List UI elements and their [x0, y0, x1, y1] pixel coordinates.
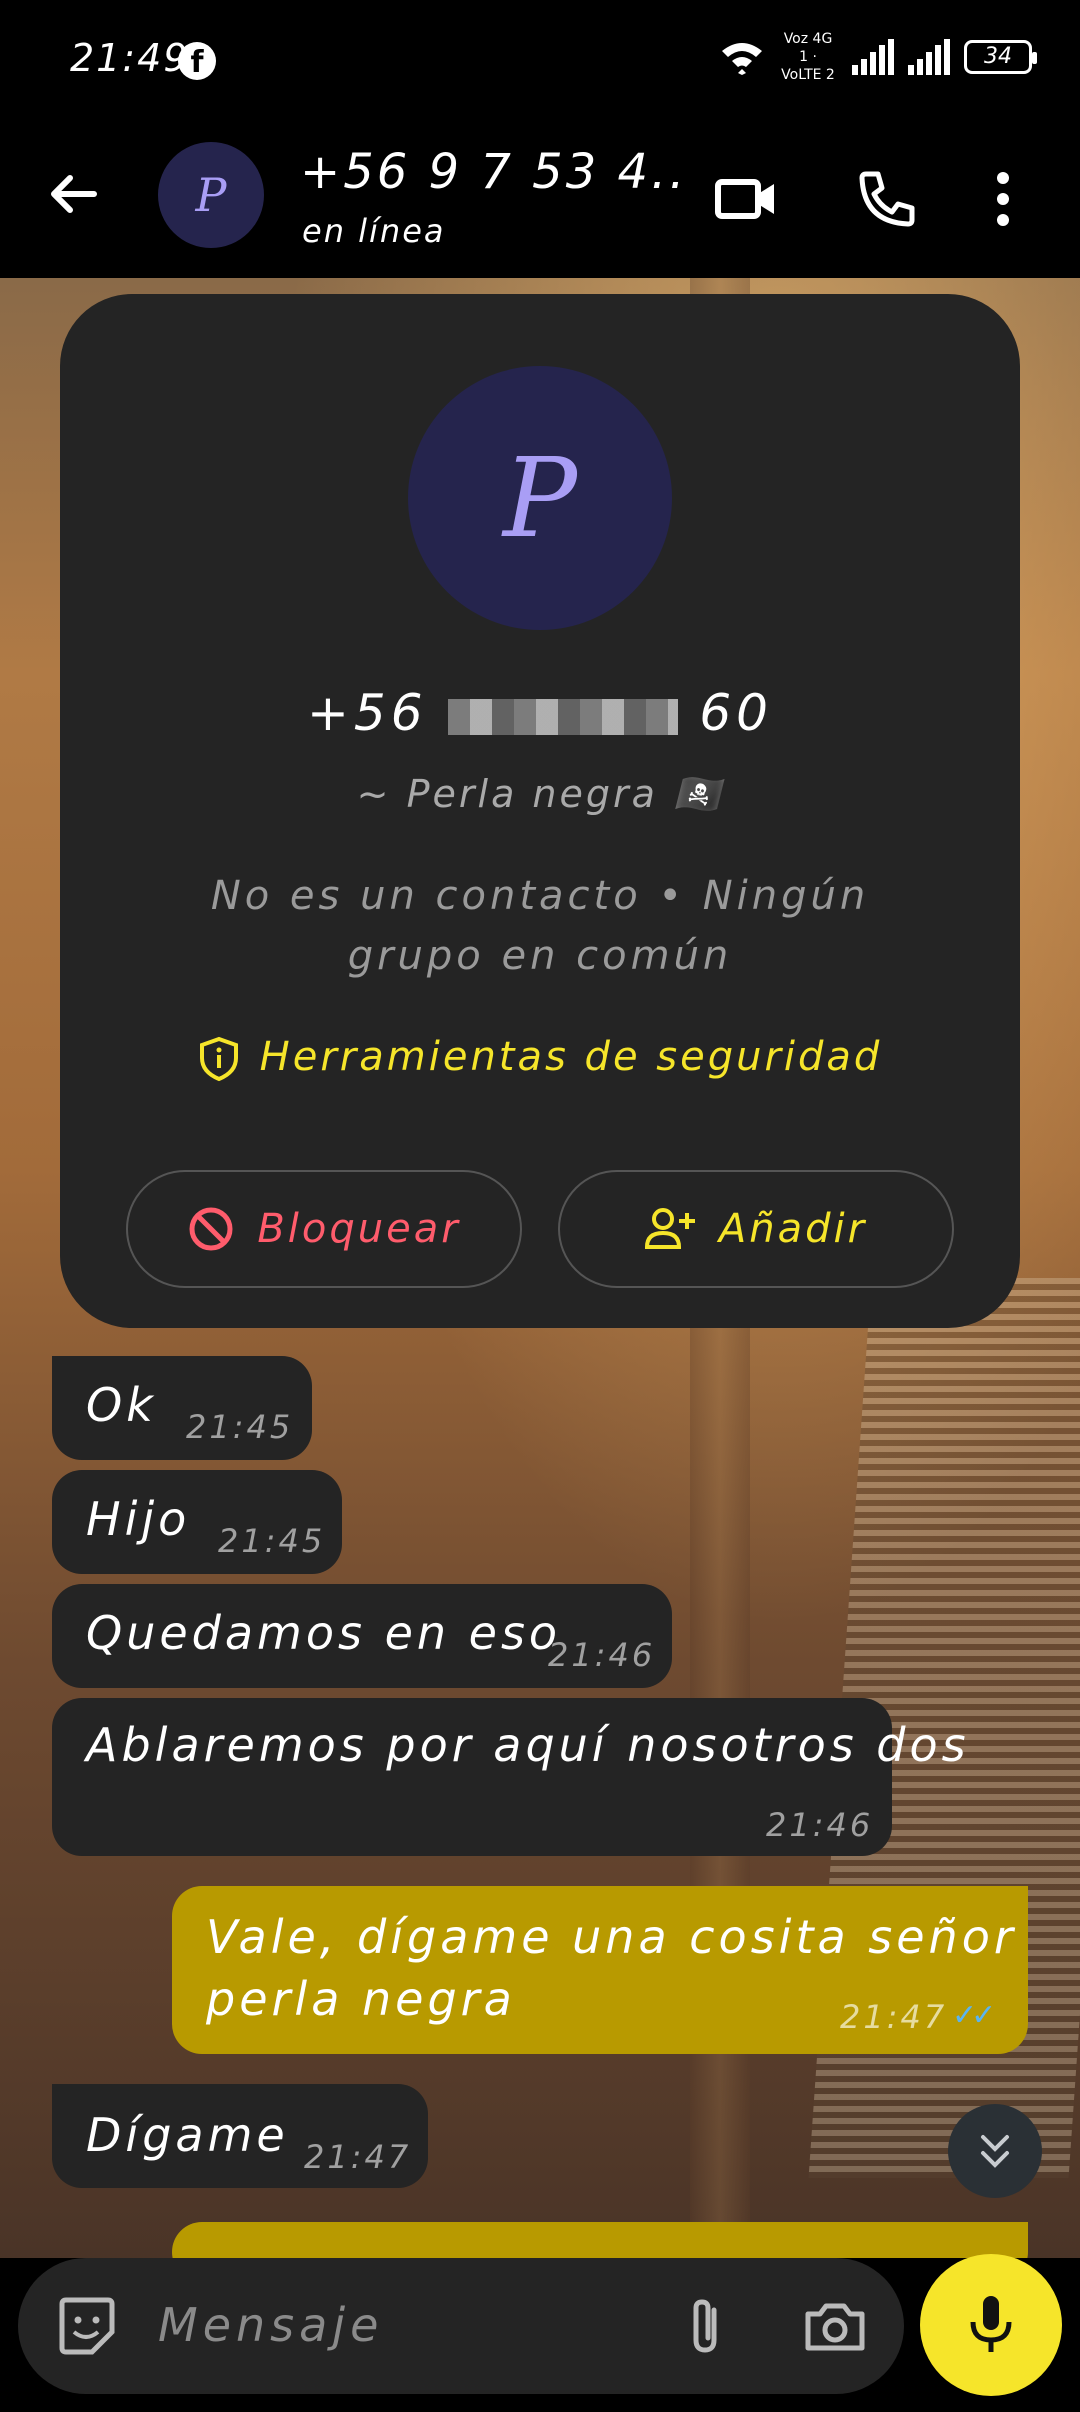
message-text-line1: Vale, dígame una cosita señor: [206, 1910, 1017, 1964]
message-composer: Mensaje: [0, 2254, 1080, 2412]
message-time: 21:47: [304, 2138, 412, 2176]
message-input[interactable]: Mensaje: [158, 2298, 383, 2352]
back-arrow-icon[interactable]: [40, 164, 104, 228]
battery-icon: 34: [964, 40, 1037, 74]
signal-2-icon: [908, 39, 950, 75]
contact-title[interactable]: +56 9 7 53 4...: [300, 144, 680, 200]
message-time: 21:45: [186, 1408, 294, 1446]
status-time: 21:49: [70, 36, 190, 80]
network-type-label: Voz 4G 1 · VoLTE 2: [781, 31, 835, 83]
read-ticks-icon: ✓✓: [952, 1998, 996, 2033]
message-incoming[interactable]: Ablaremos por aquí nosotros dos 21:46: [52, 1698, 966, 1856]
add-contact-button[interactable]: Añadir: [558, 1170, 954, 1288]
message-text: Ablaremos por aquí nosotros dos: [86, 1718, 970, 1772]
facebook-notification-icon: f: [178, 42, 216, 80]
more-vert-icon[interactable]: [978, 164, 1028, 234]
phone-suffix: 60: [699, 684, 773, 742]
profile-avatar: P: [408, 366, 672, 630]
message-time: 21:47: [840, 1998, 948, 2036]
message-text: Quedamos en eso: [86, 1606, 562, 1660]
message-text: Ok: [86, 1378, 157, 1432]
message-outgoing-partial[interactable]: [172, 2222, 1028, 2258]
chat-area[interactable]: P +56 60 ~ Perla negra 🏴‍☠️ No es un con…: [0, 278, 1080, 2258]
phone-icon[interactable]: [852, 164, 922, 234]
message-input-container[interactable]: Mensaje: [18, 2258, 904, 2394]
scroll-to-bottom-button[interactable]: [948, 2104, 1042, 2198]
video-call-icon[interactable]: [712, 164, 782, 234]
wifi-icon: [722, 43, 762, 75]
sticker-icon[interactable]: [52, 2292, 122, 2362]
message-incoming[interactable]: Quedamos en eso 21:46: [52, 1584, 672, 1688]
attach-icon[interactable]: [670, 2292, 740, 2362]
message-incoming[interactable]: Ok 21:45: [52, 1356, 312, 1460]
profile-name: ~ Perla negra 🏴‍☠️: [356, 772, 724, 816]
camera-icon[interactable]: [800, 2292, 870, 2362]
message-text: Hijo: [86, 1492, 191, 1546]
signal-1-icon: [852, 39, 894, 75]
online-status: en línea: [302, 212, 446, 250]
block-icon: [189, 1207, 233, 1251]
add-label: Añadir: [718, 1206, 868, 1252]
message-text: Dígame: [86, 2108, 289, 2162]
message-time: 21:46: [548, 1636, 656, 1674]
voice-message-button[interactable]: [920, 2254, 1062, 2396]
add-person-icon: [644, 1208, 695, 1249]
security-tools-link[interactable]: Herramientas de seguridad: [60, 1034, 1020, 1082]
phone-redacted: [448, 698, 679, 735]
shield-icon: [199, 1036, 238, 1082]
message-incoming[interactable]: Dígame 21:47: [52, 2084, 428, 2188]
message-time: 21:46: [766, 1806, 874, 1844]
message-outgoing[interactable]: Vale, dígame una cosita señor perla negr…: [172, 1886, 1028, 2054]
phone-prefix: +56: [307, 684, 428, 742]
profile-phone: +56 60: [60, 684, 1020, 742]
double-chevron-down-icon: [981, 2135, 1009, 2168]
block-label: Bloquear: [257, 1206, 461, 1252]
contact-avatar[interactable]: P: [158, 142, 264, 248]
chat-header: P +56 9 7 53 4... en línea: [0, 120, 1080, 278]
message-incoming[interactable]: Hijo 21:45: [52, 1470, 342, 1574]
status-bar: 21:49 f Voz 4G 1 · VoLTE 2 34: [0, 0, 1080, 120]
mic-icon: [970, 2296, 1012, 2352]
security-tools-label: Herramientas de seguridad: [259, 1034, 883, 1080]
profile-info: No es un contacto • Ningún grupo en comú…: [210, 873, 870, 979]
message-time: 21:45: [218, 1522, 326, 1560]
block-button[interactable]: Bloquear: [126, 1170, 522, 1288]
profile-card: P +56 60 ~ Perla negra 🏴‍☠️ No es un con…: [60, 294, 1020, 1328]
status-icons: Voz 4G 1 · VoLTE 2 34: [720, 30, 1037, 84]
message-text-line2: perla negra: [206, 1972, 516, 2026]
